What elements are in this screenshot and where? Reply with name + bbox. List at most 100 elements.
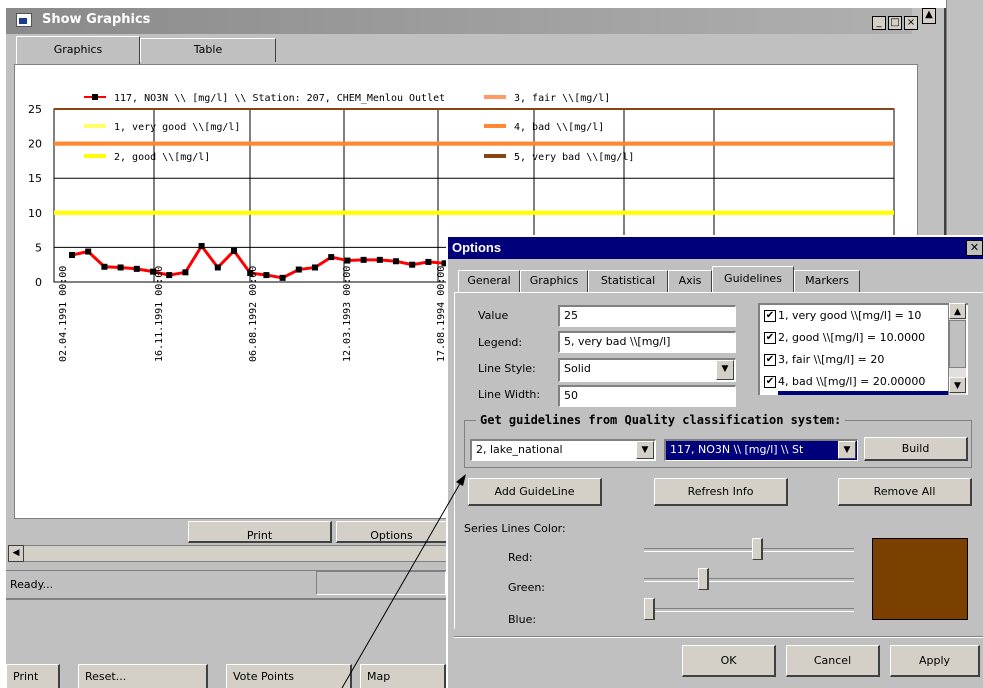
legend-field[interactable]: 5, very bad \\[mg/l]	[558, 331, 736, 353]
ok-button[interactable]: OK	[682, 645, 776, 677]
legend-label: 4, bad \\[mg/l]	[514, 122, 604, 133]
blue-slider-track[interactable]	[644, 608, 854, 612]
scroll-down-icon[interactable]: ▼	[949, 377, 966, 393]
data-point	[101, 263, 108, 270]
y-tick-label: 10	[28, 207, 42, 220]
scroll-up-icon[interactable]: ▲	[949, 303, 966, 319]
data-point	[409, 261, 416, 268]
classification-system-select[interactable]: 2, lake_national	[470, 439, 656, 461]
legend-label: 2, good \\[mg/l]	[114, 152, 210, 163]
data-point	[279, 274, 286, 281]
arrow-head	[456, 474, 466, 486]
list-item[interactable]: ✔ 2, good \\[mg/l] = 10.0000	[764, 331, 925, 344]
tab-general[interactable]: General	[458, 270, 520, 292]
data-point	[295, 266, 302, 273]
value-label: Value	[478, 309, 509, 322]
series-lines-color-label: Series Lines Color:	[464, 522, 566, 535]
scroll-thumb[interactable]	[949, 320, 966, 368]
line-style-select[interactable]: Solid	[558, 358, 736, 382]
data-point	[198, 243, 205, 250]
tab-graphics-opt[interactable]: Graphics	[520, 270, 588, 292]
blue-slider-thumb[interactable]	[644, 598, 655, 620]
build-button[interactable]: Build	[864, 437, 968, 461]
checkbox-icon[interactable]: ✔	[764, 332, 776, 344]
y-tick-label: 0	[35, 276, 42, 289]
quality-classification-title: Get guidelines from Quality classificati…	[476, 413, 846, 427]
checkbox-icon[interactable]: ✔	[764, 376, 776, 388]
y-tick-label: 5	[35, 241, 42, 254]
tab-graphics[interactable]: Graphics	[16, 36, 140, 64]
legend-label: 1, very good \\[mg/l]	[114, 122, 240, 133]
green-slider-thumb[interactable]	[697, 568, 709, 590]
data-point	[360, 256, 367, 263]
tab-statistical[interactable]: Statistical	[588, 270, 668, 292]
dialog-close-icon[interactable]: ✕	[966, 240, 983, 256]
series-line	[71, 243, 479, 280]
data-point	[133, 265, 140, 272]
data-point	[85, 248, 92, 255]
list-item-selected[interactable]	[778, 391, 948, 395]
red-label: Red:	[508, 551, 533, 564]
cancel-button[interactable]: Cancel	[786, 645, 880, 677]
x-tick-label: 06.08.1992 00:00	[248, 266, 259, 362]
legend-marker	[92, 94, 98, 100]
list-item[interactable]: ✔ 1, very good \\[mg/l] = 10	[764, 309, 921, 322]
y-tick-label: 20	[28, 138, 42, 151]
refresh-info-button[interactable]: Refresh Info	[654, 478, 788, 506]
list-scrollbar[interactable]: ▲ ▼	[948, 303, 966, 395]
value-field[interactable]: 25	[558, 305, 736, 327]
add-guideline-button[interactable]: Add GuideLine	[468, 478, 602, 506]
data-point	[328, 254, 335, 261]
status-text: Ready...	[10, 578, 54, 591]
data-point	[376, 256, 383, 263]
arrow-line	[341, 479, 463, 688]
legend-label: 117, NO3N \\ [mg/l] \\ Station: 207, CHE…	[114, 93, 445, 104]
dialog-titlebar[interactable]	[448, 237, 983, 259]
apply-button[interactable]: Apply	[890, 645, 980, 677]
guidelines-list[interactable]: ✔ 1, very good \\[mg/l] = 10 ✔ 2, good \\[…	[758, 303, 968, 395]
series-dropdown-icon[interactable]: ▼	[838, 441, 856, 459]
maximize-icon[interactable]: □	[888, 16, 902, 30]
list-item[interactable]: ✔ 3, fair \\[mg/l] = 20	[764, 353, 884, 366]
green-label: Green:	[508, 581, 546, 594]
close-icon[interactable]: ×	[904, 16, 918, 30]
scroll-up-icon[interactable]: ▲	[922, 8, 936, 24]
tab-guidelines[interactable]: Guidelines	[712, 266, 794, 293]
data-point	[231, 247, 237, 254]
classification-dropdown-icon[interactable]: ▼	[636, 441, 654, 459]
bottom-reset-button[interactable]: Reset...	[78, 664, 208, 688]
tab-table[interactable]: Table	[140, 38, 276, 62]
remove-all-button[interactable]: Remove All	[838, 478, 972, 506]
window-title: Show Graphics	[42, 12, 151, 27]
tab-markers[interactable]: Markers	[794, 270, 860, 292]
bottom-print-button[interactable]: Print	[6, 664, 60, 688]
legend-label: Legend:	[478, 336, 523, 349]
data-point	[425, 258, 432, 265]
data-point	[182, 269, 189, 276]
green-slider-track[interactable]	[644, 578, 854, 582]
x-tick-label: 12.03.1993 00:00	[342, 266, 353, 362]
print-button[interactable]: Print	[188, 521, 332, 543]
checkbox-icon[interactable]: ✔	[764, 354, 776, 366]
red-slider-thumb[interactable]	[752, 538, 764, 560]
series-select[interactable]: 117, NO3N \\ [mg/l] \\ St	[664, 439, 858, 461]
data-point	[344, 257, 351, 264]
x-tick-label: 02.04.1991 00:00	[58, 266, 69, 362]
blue-label: Blue:	[508, 613, 537, 626]
tab-axis[interactable]: Axis	[668, 270, 712, 292]
color-preview-swatch	[872, 538, 968, 620]
data-point	[69, 252, 75, 259]
app-icon	[16, 13, 32, 27]
line-style-label: Line Style:	[478, 362, 536, 375]
checkbox-icon[interactable]: ✔	[764, 310, 776, 322]
line-style-dropdown-icon[interactable]: ▼	[716, 360, 734, 380]
red-slider-track[interactable]	[644, 548, 854, 552]
list-item[interactable]: ✔ 4, bad \\[mg/l] = 20.00000	[764, 375, 925, 388]
legend-label: 5, very bad \\[mg/l]	[514, 152, 634, 163]
line-width-field[interactable]: 50	[558, 385, 736, 407]
minimize-icon[interactable]: _	[872, 16, 886, 30]
y-tick-label: 15	[28, 172, 42, 185]
scroll-left-icon[interactable]: ◀	[8, 545, 24, 562]
annotation-arrow	[341, 474, 466, 688]
data-point	[166, 272, 173, 279]
